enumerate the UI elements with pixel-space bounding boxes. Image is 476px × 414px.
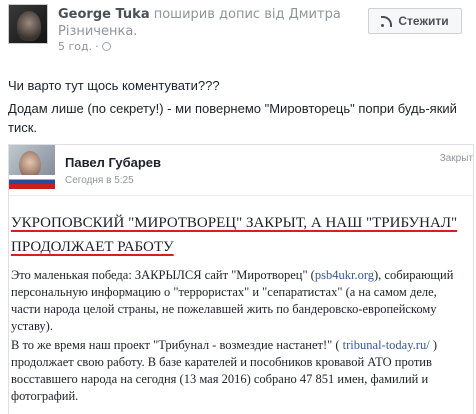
follow-label: Стежити — [398, 14, 449, 28]
embed-headline-text: УКРОПОВСКИЙ "МИРОТВОРЕЦ" ЗАКРЫТ, А НАШ "… — [11, 215, 458, 255]
embed-avatar — [9, 145, 55, 189]
post-header-text: George Tuka поширив допис від Дмитра Різ… — [58, 6, 358, 40]
post-time[interactable]: 5 год. — [58, 40, 92, 53]
embed-body: Это маленькая победа: ЗАКРЫЛСЯ сайт "Мир… — [11, 267, 469, 407]
globe-icon — [101, 42, 111, 51]
rss-icon — [381, 15, 393, 27]
embed-closed-label: Закрыт — [439, 153, 473, 164]
avatar[interactable] — [8, 4, 48, 44]
embed-paragraph: Это маленькая победа: ЗАКРЫЛСЯ сайт "Мир… — [11, 267, 469, 335]
embed-paragraph: В то же время наш проект "Трибунал - воз… — [11, 337, 469, 405]
embed-text: Это маленькая победа: ЗАКРЫЛСЯ сайт "Мир… — [11, 268, 315, 282]
share-action-text: поширив допис від — [149, 7, 289, 22]
embed-link: tribunal-today.ru/ — [342, 338, 430, 352]
post-text-line: Додам лише (по секрету!) - ми повернемо … — [8, 101, 457, 135]
post-header: George Tuka поширив допис від Дмитра Різ… — [8, 4, 468, 53]
divider — [9, 195, 473, 196]
embed-link: psb4ukr.org — [314, 268, 375, 282]
embed-author-name: Павел Губарев — [65, 155, 162, 170]
shared-image[interactable]: Павел Губарев Сегодня в 5:25 Закрыт УКРО… — [8, 144, 474, 414]
embed-time: Сегодня в 5:25 — [65, 175, 134, 186]
follow-button[interactable]: Стежити — [368, 8, 462, 34]
post-text-line: Чи варто тут щось коментувати??? — [8, 78, 220, 93]
embed-text: В то же время наш проект "Трибунал - воз… — [11, 338, 343, 352]
author-name[interactable]: George Tuka — [58, 7, 150, 22]
separator: · — [95, 40, 99, 53]
post-text: Чи варто тут щось коментувати??? Додам л… — [8, 76, 468, 141]
post-meta: 5 год. · — [58, 40, 111, 53]
embed-headline: УКРОПОВСКИЙ "МИРОТВОРЕЦ" ЗАКРЫТ, А НАШ "… — [11, 211, 471, 259]
